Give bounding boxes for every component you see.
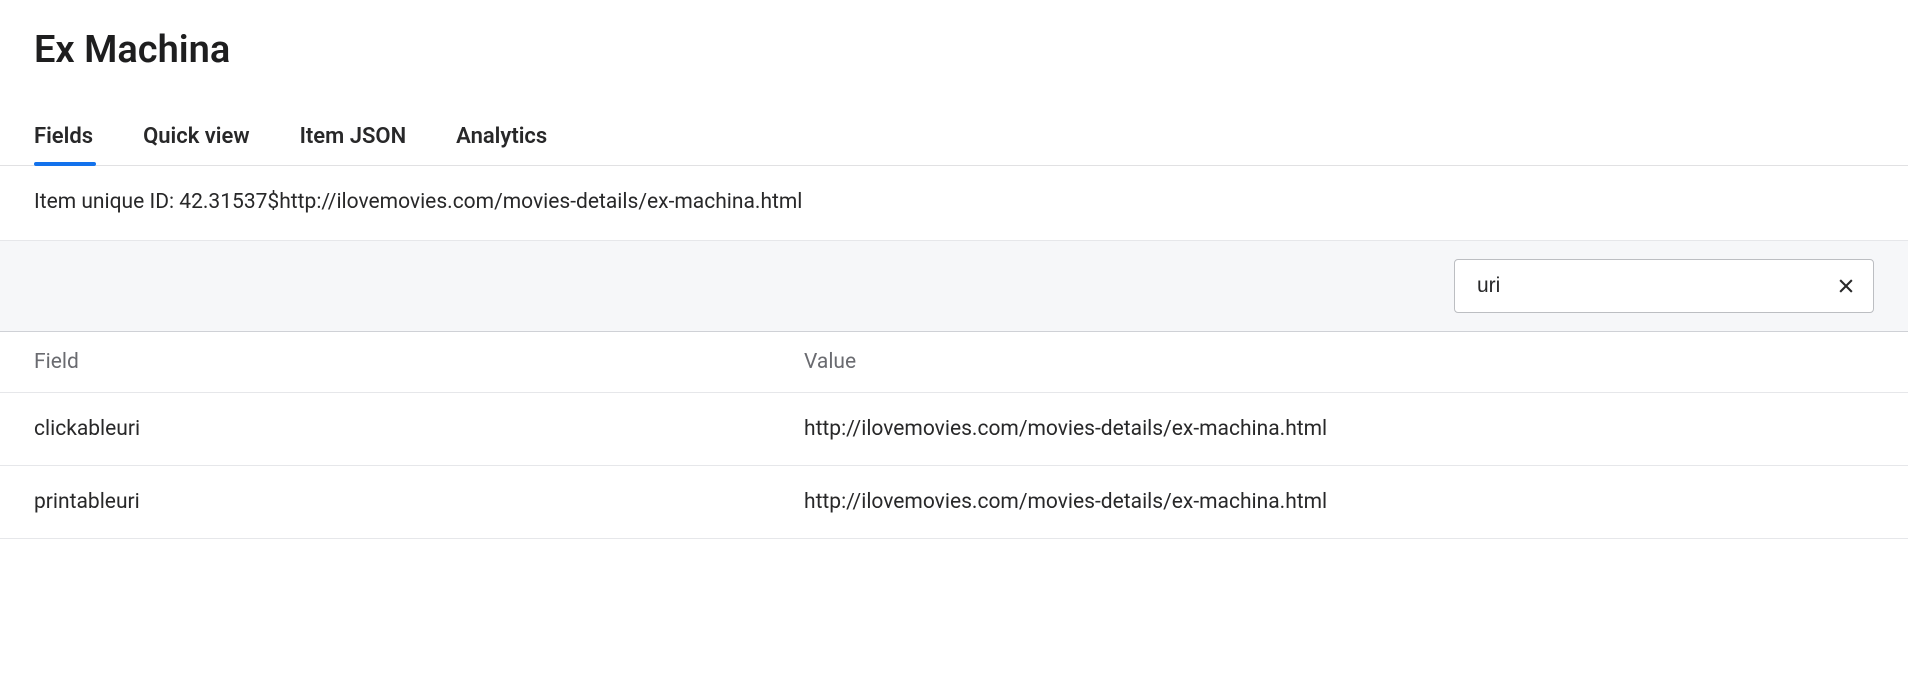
search-input[interactable] — [1454, 259, 1874, 313]
cell-field: printableuri — [34, 490, 804, 514]
search-bar — [0, 240, 1908, 332]
fields-table: Field Value clickableuri http://ilovemov… — [0, 332, 1908, 539]
table-row: printableuri http://ilovemovies.com/movi… — [0, 466, 1908, 539]
cell-value: http://ilovemovies.com/movies-details/ex… — [804, 490, 1874, 514]
tab-quick-view[interactable]: Quick view — [143, 112, 250, 165]
table-row: clickableuri http://ilovemovies.com/movi… — [0, 393, 1908, 466]
item-unique-id: Item unique ID: 42.31537$http://ilovemov… — [0, 166, 1908, 240]
clear-search-button[interactable] — [1832, 272, 1860, 300]
tabs: Fields Quick view Item JSON Analytics — [0, 112, 1908, 166]
item-id-value: 42.31537$http://ilovemovies.com/movies-d… — [179, 190, 802, 214]
close-icon — [1836, 276, 1856, 296]
table-header: Field Value — [0, 332, 1908, 393]
column-header-value: Value — [804, 350, 1874, 374]
cell-field: clickableuri — [34, 417, 804, 441]
tab-fields[interactable]: Fields — [34, 112, 93, 165]
item-id-label: Item unique ID: — [34, 190, 179, 214]
column-header-field: Field — [34, 350, 804, 374]
page-title: Ex Machina — [0, 0, 1908, 112]
search-wrapper — [1454, 259, 1874, 313]
tab-item-json[interactable]: Item JSON — [300, 112, 407, 165]
cell-value: http://ilovemovies.com/movies-details/ex… — [804, 417, 1874, 441]
tab-analytics[interactable]: Analytics — [456, 112, 547, 165]
